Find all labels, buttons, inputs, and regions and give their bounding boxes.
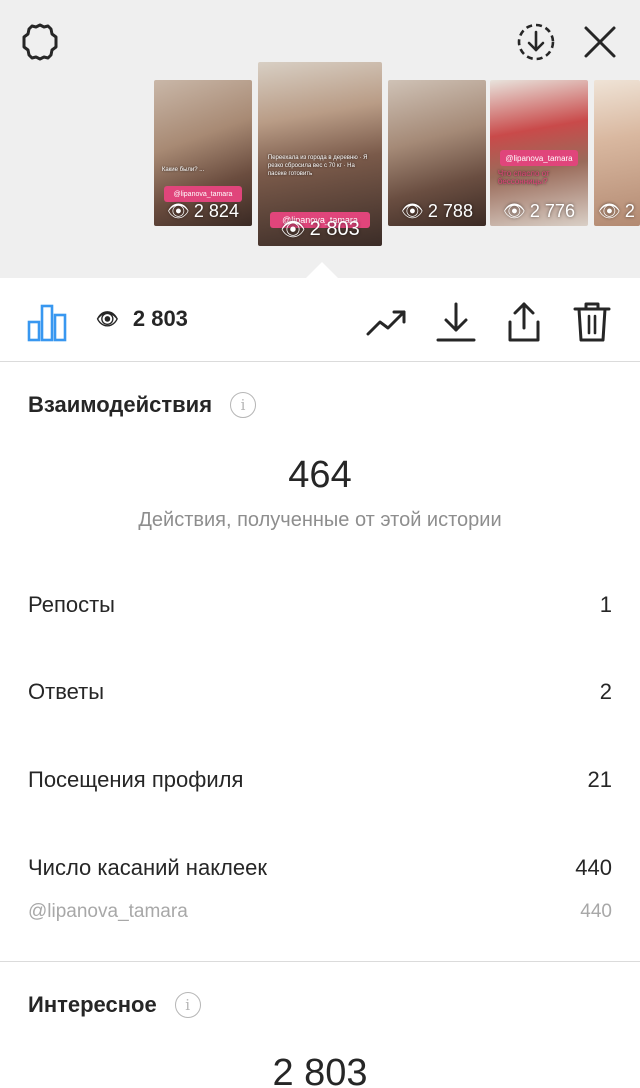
mention-value: 440 — [580, 901, 612, 922]
trash-icon — [573, 302, 611, 342]
section-divider — [0, 961, 640, 962]
eye-icon: 👁 — [280, 219, 306, 241]
stat-label: Число касаний наклеек — [28, 855, 267, 880]
stat-value: 440 — [575, 855, 612, 880]
eye-icon: 👁 — [598, 201, 621, 221]
promote-button[interactable] — [364, 300, 408, 344]
thumbnail-caption: Переехала из города в деревню · Я резко … — [267, 155, 368, 177]
stat-label: Посещения профиля — [28, 767, 244, 792]
story-thumbnail-1[interactable]: Какие были? ... @lipanova_tamara 👁 2 824 — [154, 80, 252, 226]
stat-row-sticker-taps: Число касаний наклеек 440 — [28, 855, 612, 881]
stat-label: Репосты — [28, 592, 115, 617]
thumbnail-views: 👁 2 776 — [503, 201, 575, 221]
thumbnail-caption: Что спасло от бессонницы? — [497, 169, 550, 186]
delete-button[interactable] — [570, 300, 614, 344]
thumbnail-views: 👁 2 — [598, 201, 635, 221]
views-counter: 👁 2 803 — [96, 306, 188, 332]
close-icon — [584, 26, 616, 58]
share-icon — [508, 302, 540, 342]
interactions-total: 464 — [288, 454, 352, 496]
stat-subrow-mention: @lipanova_tamara 440 — [28, 901, 612, 923]
stat-value: 1 — [599, 592, 612, 617]
interactions-caption: Действия, полученные от этой истории — [138, 509, 502, 531]
discovery-total: 2 803 — [272, 1052, 368, 1088]
story-thumbnail-5[interactable]: 👁 2 — [594, 80, 640, 226]
story-thumbnail-2-selected[interactable]: Переехала из города в деревню · Я резко … — [258, 62, 382, 246]
download-story-button[interactable] — [512, 18, 560, 66]
thumbnail-mention-tag: @lipanova_tamara — [499, 150, 579, 166]
stat-value: 2 — [599, 679, 612, 704]
bar-chart-icon — [27, 304, 67, 342]
close-button[interactable] — [576, 18, 624, 66]
views-count: 2 803 — [132, 306, 188, 331]
thumbnail-mention-tag: @lipanova_tamara — [163, 186, 243, 202]
insights-tab[interactable] — [26, 302, 70, 342]
story-thumbnail-3[interactable]: 👁 2 788 — [388, 80, 486, 226]
eye-icon: 👁 — [167, 201, 190, 221]
interactions-section-title: Взаимодействия i — [28, 392, 257, 418]
eye-icon: 👁 — [96, 308, 119, 329]
trending-up-icon — [366, 310, 406, 336]
story-toolbar: 👁 2 803 — [0, 278, 640, 362]
story-thumbnail-4[interactable]: @lipanova_tamara Что спасло от бессонниц… — [490, 80, 588, 226]
thumbnail-views: 👁 2 803 — [280, 218, 360, 241]
discovery-section-title: Интересное i — [28, 992, 201, 1018]
gear-outline-icon — [22, 23, 58, 61]
stat-row-reposts: Репосты 1 — [28, 592, 612, 618]
info-icon[interactable]: i — [174, 992, 201, 1018]
thumbnail-views: 👁 2 788 — [401, 201, 473, 221]
eye-icon: 👁 — [401, 201, 424, 221]
interactions-title: Взаимодействия — [28, 392, 213, 417]
thumbnail-views: 👁 2 824 — [167, 201, 239, 221]
share-button[interactable] — [502, 300, 546, 344]
stat-value: 21 — [587, 767, 612, 792]
info-icon[interactable]: i — [230, 392, 257, 418]
stat-row-profile-visits: Посещения профиля 21 — [28, 767, 612, 793]
eye-icon: 👁 — [503, 201, 526, 221]
discovery-title: Интересное — [28, 992, 157, 1017]
stat-row-replies: Ответы 2 — [28, 679, 612, 705]
save-button[interactable] — [434, 300, 478, 344]
stat-label: Ответы — [28, 679, 105, 704]
thumbnail-caption: Какие были? ... — [161, 167, 205, 173]
mention-label: @lipanova_tamara — [28, 901, 188, 922]
settings-button[interactable] — [16, 18, 64, 66]
download-circle-icon — [517, 23, 555, 61]
download-icon — [436, 302, 476, 342]
selected-story-pointer — [306, 262, 338, 278]
